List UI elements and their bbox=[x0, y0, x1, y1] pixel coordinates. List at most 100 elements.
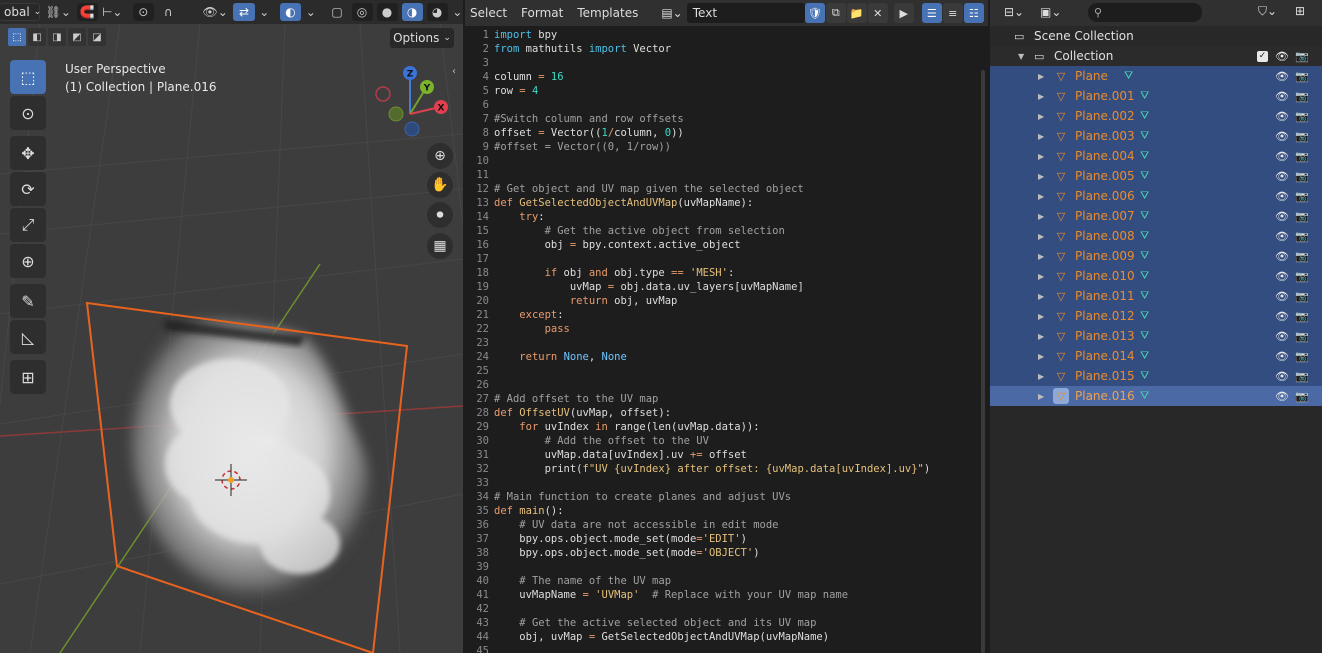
outliner-object-row[interactable]: ▶ ▽ Plane.004 ⛛ 👁 📷 bbox=[990, 146, 1322, 166]
mesh-data-icon[interactable]: ⛛ bbox=[1140, 169, 1149, 183]
run-script-play-icon[interactable]: ▶ bbox=[893, 3, 914, 23]
object-name[interactable]: Plane.002 bbox=[1075, 109, 1135, 123]
object-name[interactable]: Plane.011 bbox=[1075, 289, 1135, 303]
word-wrap-toggle-icon[interactable]: ≡ bbox=[942, 3, 963, 23]
expand-arrow-icon[interactable]: ▶ bbox=[1038, 172, 1044, 181]
camera-icon[interactable]: 📷 bbox=[1295, 170, 1309, 183]
expand-arrow-icon[interactable]: ▶ bbox=[1038, 272, 1044, 281]
open-folder-icon[interactable]: 📁 bbox=[846, 3, 867, 23]
xray-icon[interactable]: ▢ bbox=[326, 3, 347, 21]
camera-icon[interactable]: 📷 bbox=[1295, 70, 1309, 83]
select-subtract-icon[interactable]: ◨ bbox=[48, 28, 66, 46]
expand-arrow-icon[interactable]: ▶ bbox=[1038, 332, 1044, 341]
camera-icon[interactable]: 📷 bbox=[1295, 310, 1309, 323]
eye-icon[interactable]: 👁 bbox=[1275, 130, 1289, 143]
eye-icon[interactable]: 👁 bbox=[1275, 170, 1289, 183]
eye-icon[interactable]: 👁 bbox=[1275, 370, 1289, 383]
mesh-data-icon[interactable]: ⛛ bbox=[1140, 249, 1149, 263]
eye-icon[interactable]: 👁 bbox=[1275, 250, 1289, 263]
solid-shading-icon[interactable]: ● bbox=[376, 3, 398, 21]
select-box-tool-icon[interactable]: ⬚ bbox=[10, 60, 46, 94]
pan-hand-icon[interactable]: ✋ bbox=[427, 172, 453, 198]
editor-scrollbar[interactable] bbox=[981, 70, 985, 653]
menu-format[interactable]: Format bbox=[514, 6, 570, 20]
eye-icon[interactable]: 👁 bbox=[1275, 310, 1289, 323]
mesh-data-icon[interactable]: ⛛ bbox=[1140, 369, 1149, 383]
gizmo-dropdown-icon[interactable]: ⌄ bbox=[259, 3, 270, 21]
eye-icon[interactable]: 👁 bbox=[1275, 230, 1289, 243]
eye-icon[interactable]: 👁 bbox=[1275, 50, 1289, 63]
eye-icon[interactable]: 👁 bbox=[1275, 330, 1289, 343]
outliner-object-row[interactable]: ▶ ▽ Plane.015 ⛛ 👁 📷 bbox=[990, 366, 1322, 386]
pivot-icon[interactable]: ⛓⌄ bbox=[44, 3, 73, 21]
code-text[interactable]: import bpy from mathutils import Vector … bbox=[494, 28, 988, 653]
object-name[interactable]: Plane.003 bbox=[1075, 129, 1135, 143]
mesh-data-icon[interactable]: ⛛ bbox=[1140, 309, 1149, 323]
outliner-search-input[interactable]: ⚲ bbox=[1088, 3, 1202, 22]
outliner-object-row[interactable]: ▶ ▽ Plane.014 ⛛ 👁 📷 bbox=[990, 346, 1322, 366]
mesh-data-icon[interactable]: ⛛ bbox=[1140, 349, 1149, 363]
outliner-object-row[interactable]: ▶ ▽ Plane.012 ⛛ 👁 📷 bbox=[990, 306, 1322, 326]
outliner-object-row[interactable]: ▶ ▽ Plane.008 ⛛ 👁 📷 bbox=[990, 226, 1322, 246]
mesh-data-icon[interactable]: ⛛ bbox=[1140, 149, 1149, 163]
expand-arrow-icon[interactable]: ▶ bbox=[1038, 352, 1044, 361]
shading-dropdown-icon[interactable]: ⌄ bbox=[452, 3, 463, 21]
object-name[interactable]: Plane.010 bbox=[1075, 269, 1135, 283]
add-cube-tool-icon[interactable]: ⊞ bbox=[10, 360, 46, 394]
expand-arrow-icon[interactable]: ▶ bbox=[1038, 372, 1044, 381]
proportional-edit-icon[interactable]: ⊙ bbox=[132, 3, 154, 21]
outliner-object-row[interactable]: ▶ ▽ Plane.002 ⛛ 👁 📷 bbox=[990, 106, 1322, 126]
move-tool-icon[interactable]: ✥ bbox=[10, 136, 46, 170]
object-name[interactable]: Plane.009 bbox=[1075, 249, 1135, 263]
expand-arrow-icon[interactable]: ▶ bbox=[1038, 112, 1044, 121]
3d-viewport[interactable]: obal ⌄ ⛓⌄ 🧲 ⊢⌄ ⊙ ∩ 👁⌄ ⇄ ⌄ ◐ ⌄ ▢ ◎ ● ◑ ◕ … bbox=[0, 0, 463, 653]
mesh-data-icon[interactable]: ⛛ bbox=[1140, 209, 1149, 223]
falloff-icon[interactable]: ∩ bbox=[158, 3, 179, 21]
expand-arrow-icon[interactable]: ▶ bbox=[1038, 192, 1044, 201]
mesh-data-icon[interactable]: ⛛ bbox=[1140, 189, 1149, 203]
visibility-icon[interactable]: 👁⌄ bbox=[201, 3, 230, 21]
outliner-object-row[interactable]: ▶ ▽ Plane.010 ⛛ 👁 📷 bbox=[990, 266, 1322, 286]
expand-arrow-icon[interactable]: ▶ bbox=[1038, 292, 1044, 301]
collapse-arrow-icon[interactable]: ‹ bbox=[452, 66, 456, 77]
duplicate-text-icon[interactable]: ⧉ bbox=[825, 3, 846, 23]
object-name[interactable]: Plane.005 bbox=[1075, 169, 1135, 183]
mesh-data-icon[interactable]: ⛛ bbox=[1140, 389, 1149, 403]
eye-icon[interactable]: 👁 bbox=[1275, 210, 1289, 223]
transform-tool-icon[interactable]: ⊕ bbox=[10, 244, 46, 278]
expand-arrow-icon[interactable]: ▼ bbox=[1018, 52, 1024, 61]
unlink-close-icon[interactable]: ✕ bbox=[867, 3, 888, 23]
camera-icon[interactable]: 📷 bbox=[1295, 250, 1309, 263]
camera-icon[interactable]: 📷 bbox=[1295, 150, 1309, 163]
transform-orientation-dropdown[interactable]: obal ⌄ bbox=[0, 3, 41, 21]
overlays-toggle-icon[interactable]: ◐ bbox=[279, 3, 301, 21]
expand-arrow-icon[interactable]: ▶ bbox=[1038, 232, 1044, 241]
object-name[interactable]: Plane.006 bbox=[1075, 189, 1135, 203]
rendered-shading-icon[interactable]: ◕ bbox=[426, 3, 448, 21]
code-area[interactable]: 1 2 3 4 5 6 7 8 9 10 11 12 13 14 15 16 17 18 19 20 21 22 23 24 2… bbox=[465, 28, 988, 653]
camera-icon[interactable]: 📷 bbox=[1295, 90, 1309, 103]
text-name-field[interactable]: Text bbox=[686, 3, 805, 23]
mesh-data-icon[interactable]: ⛛ bbox=[1140, 269, 1149, 283]
collection-row[interactable]: ▼ ▭ Collection ✓ 👁 📷 bbox=[990, 46, 1322, 66]
camera-icon[interactable]: 📷 bbox=[1295, 110, 1309, 123]
filter-icon[interactable]: ⛉⌄ bbox=[1258, 4, 1277, 19]
object-name[interactable]: Plane.012 bbox=[1075, 309, 1135, 323]
outliner-object-row[interactable]: ▶ ▽ Plane.007 ⛛ 👁 📷 bbox=[990, 206, 1322, 226]
eye-icon[interactable]: 👁 bbox=[1275, 390, 1289, 403]
object-name[interactable]: Plane.014 bbox=[1075, 349, 1135, 363]
outliner-object-row[interactable]: ▶ ▽ Plane.001 ⛛ 👁 📷 bbox=[990, 86, 1322, 106]
syntax-highlight-toggle-icon[interactable]: ☷ bbox=[963, 3, 984, 23]
exclude-checkbox[interactable]: ✓ bbox=[1257, 50, 1268, 62]
outliner-object-row[interactable]: ▶ ▽ Plane.016 ⛛ 👁 📷 bbox=[990, 386, 1322, 406]
select-extend-icon[interactable]: ◧ bbox=[28, 28, 46, 46]
camera-icon[interactable]: 📷 bbox=[1295, 330, 1309, 343]
ortho-grid-icon[interactable]: ▦ bbox=[427, 233, 453, 259]
outliner-object-row[interactable]: ▶ ▽ Plane.013 ⛛ 👁 📷 bbox=[990, 326, 1322, 346]
gizmo-toggle-icon[interactable]: ⇄ bbox=[233, 3, 255, 21]
expand-arrow-icon[interactable]: ▶ bbox=[1038, 392, 1044, 401]
snap-toggle-icon[interactable]: 🧲 bbox=[76, 3, 98, 21]
outliner-object-row[interactable]: ▶ ▽ Plane.011 ⛛ 👁 📷 bbox=[990, 286, 1322, 306]
eye-icon[interactable]: 👁 bbox=[1275, 150, 1289, 163]
camera-icon[interactable]: 📷 bbox=[1295, 290, 1309, 303]
